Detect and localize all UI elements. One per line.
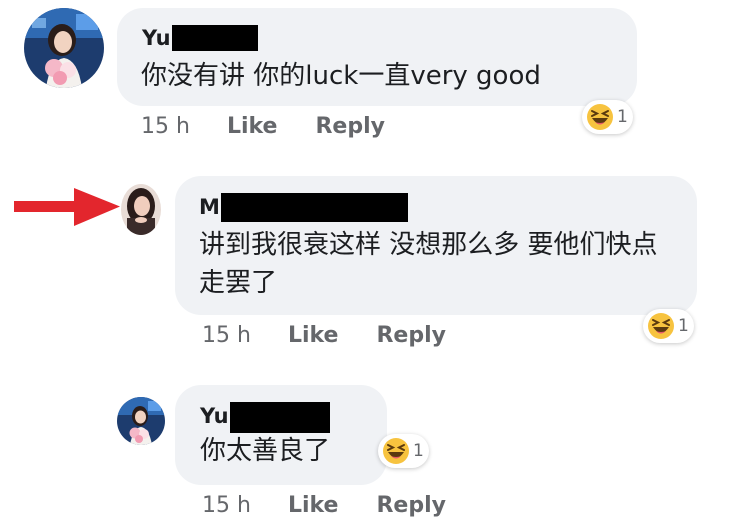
comment-author[interactable]: M xyxy=(199,193,408,222)
comment-bubble: M 讲到我很衰这样 没想那么多 要他们快点走罢了 xyxy=(175,176,697,315)
reaction-summary[interactable]: 1 xyxy=(582,100,633,134)
author-name-visible[interactable]: Yu xyxy=(200,404,229,428)
laughing-emoji-icon xyxy=(587,104,613,130)
laughing-emoji-icon xyxy=(648,313,674,339)
avatar[interactable] xyxy=(121,184,161,235)
reply-button[interactable]: Reply xyxy=(376,493,446,518)
reply-button[interactable]: Reply xyxy=(315,114,385,139)
reply-button[interactable]: Reply xyxy=(376,323,446,348)
comment-author[interactable]: Yu xyxy=(200,402,330,433)
like-button[interactable]: Like xyxy=(288,493,339,518)
comment-bubble: Yu 你太善良了 xyxy=(175,385,387,485)
redacted-name xyxy=(171,25,258,51)
comment-text: 你太善良了 xyxy=(200,436,331,466)
avatar[interactable] xyxy=(24,8,104,88)
red-arrow-annotation xyxy=(14,188,120,226)
timestamp[interactable]: 15 h xyxy=(202,493,251,518)
timestamp[interactable]: 15 h xyxy=(141,114,190,139)
redacted-name xyxy=(220,193,408,222)
comment-text: 讲到我很衰这样 没想那么多 要他们快点走罢了 xyxy=(199,230,658,298)
like-button[interactable]: Like xyxy=(227,114,278,139)
profile-photo xyxy=(121,184,161,235)
redacted-name xyxy=(229,402,330,433)
reaction-summary[interactable]: 1 xyxy=(643,309,694,343)
avatar[interactable] xyxy=(117,397,165,445)
timestamp[interactable]: 15 h xyxy=(202,323,251,348)
comment-bubble: Yu 你没有讲 你的luck一直very good xyxy=(117,8,637,106)
comment-actions: 15 h Like Reply xyxy=(202,323,446,348)
reaction-count: 1 xyxy=(617,107,628,127)
comment-author[interactable]: Yu xyxy=(142,25,258,51)
laughing-emoji-icon xyxy=(383,438,409,464)
comment-actions: 15 h Like Reply xyxy=(141,114,385,139)
author-name-visible[interactable]: M xyxy=(199,195,220,219)
profile-photo xyxy=(117,397,165,445)
reaction-count: 1 xyxy=(678,316,689,336)
like-button[interactable]: Like xyxy=(288,323,339,348)
comment-actions: 15 h Like Reply xyxy=(202,493,446,518)
comment-text: 你没有讲 你的luck一直very good xyxy=(141,61,541,91)
profile-photo xyxy=(24,8,104,88)
reaction-count: 1 xyxy=(413,441,424,461)
reaction-summary[interactable]: 1 xyxy=(378,434,429,468)
author-name-visible[interactable]: Yu xyxy=(142,26,171,50)
